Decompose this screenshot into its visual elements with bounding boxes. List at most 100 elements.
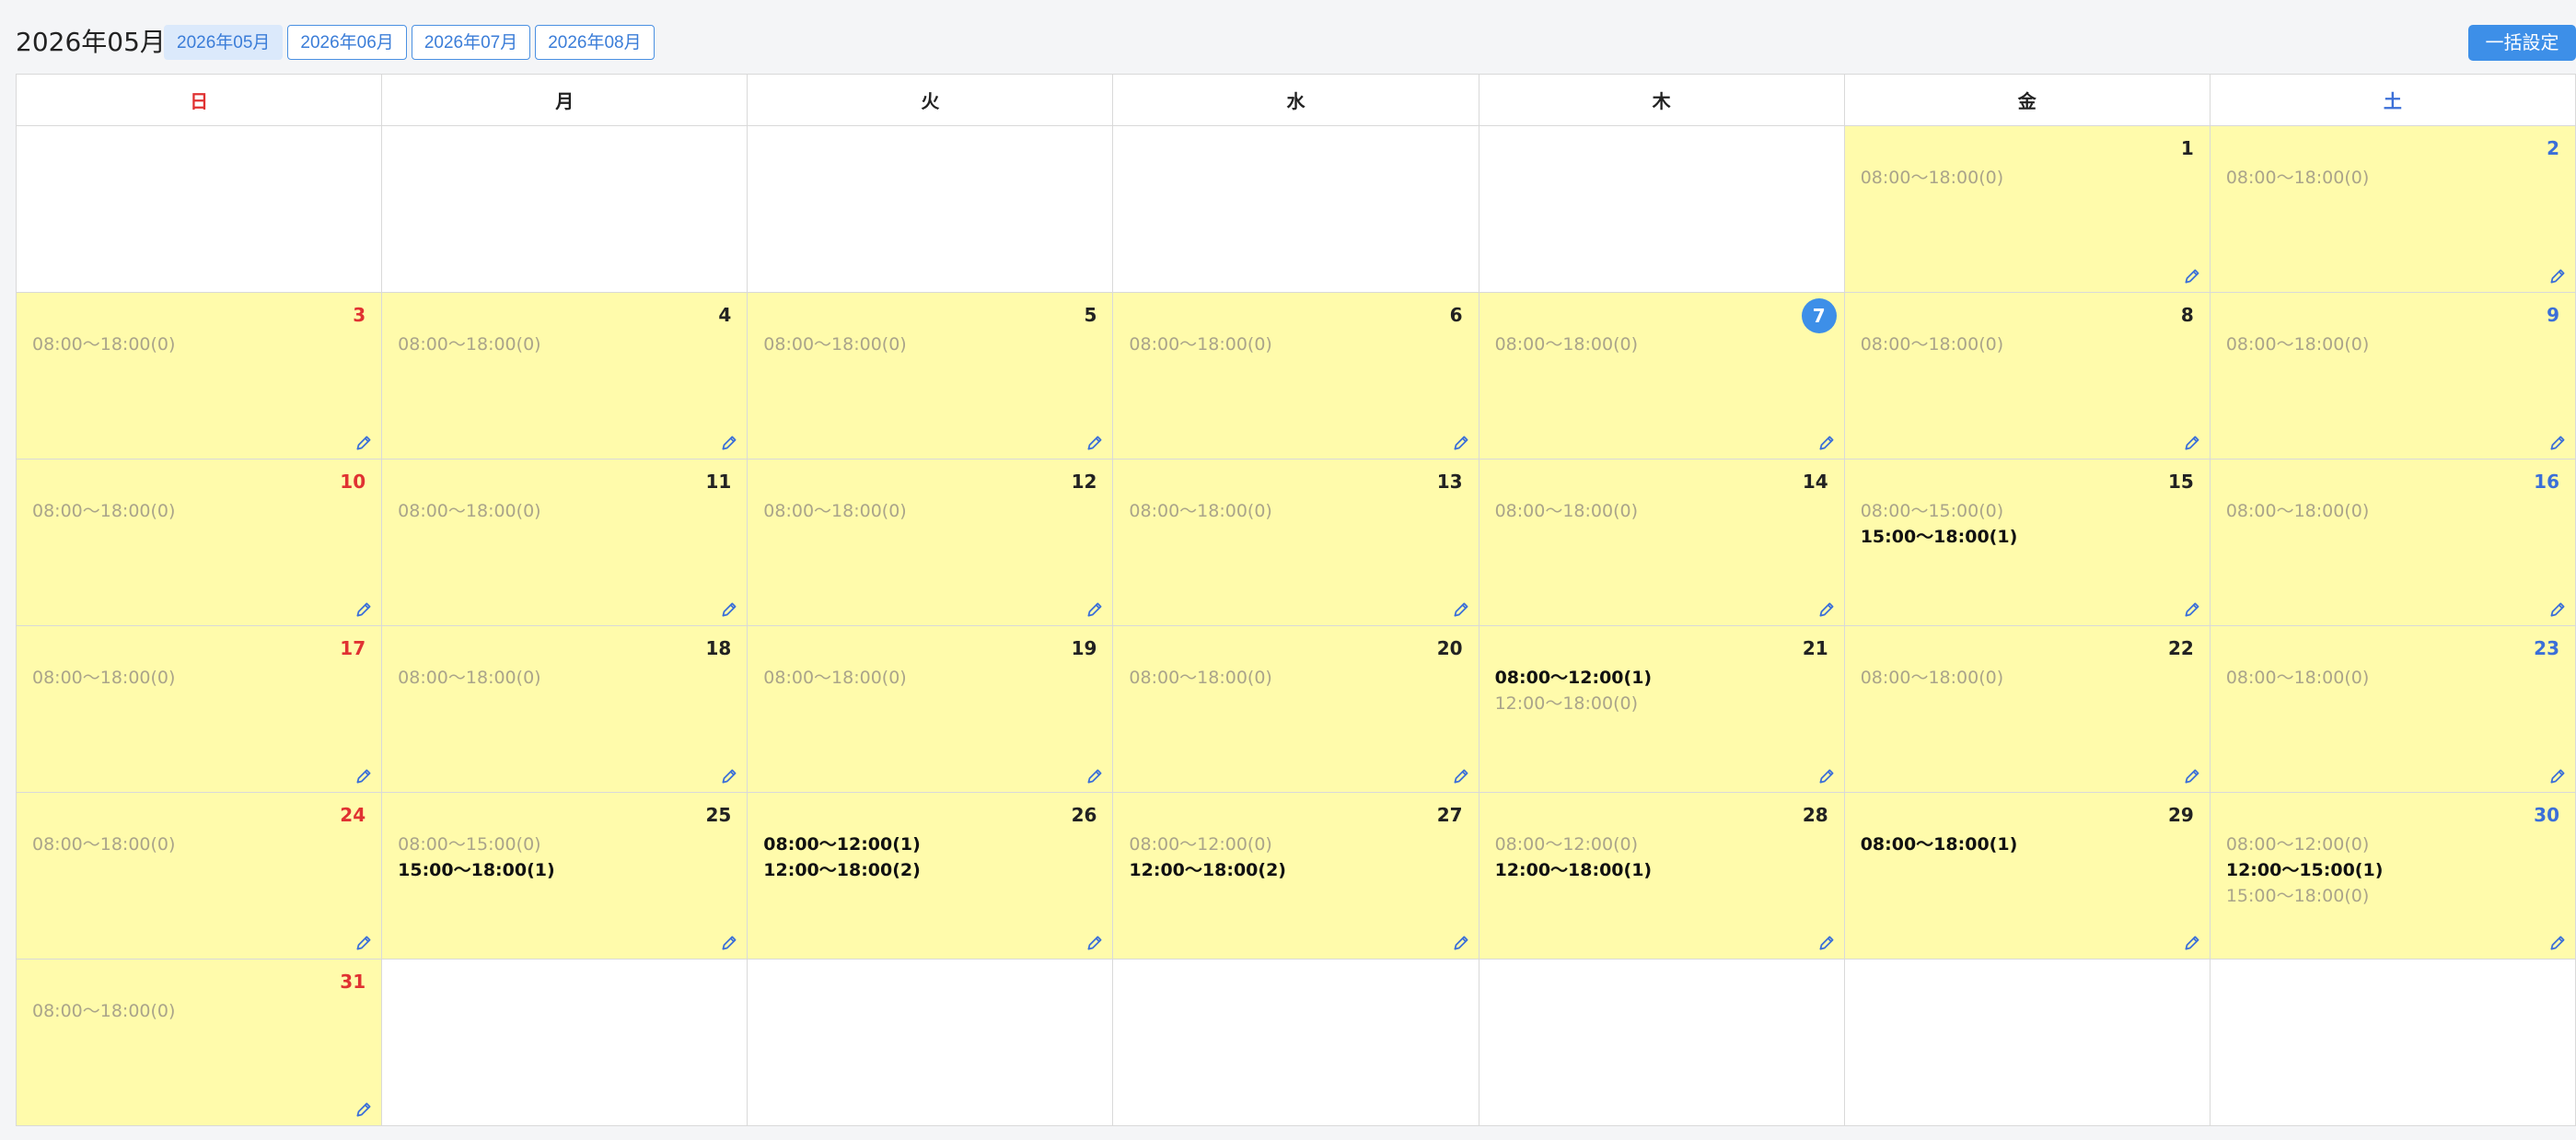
- time-slot: 12:00〜15:00(1): [2225, 860, 2384, 880]
- pencil-icon[interactable]: [2547, 933, 2568, 953]
- pencil-icon[interactable]: [719, 933, 739, 953]
- calendar-day-cell[interactable]: 3 08:00〜18:00(0): [15, 292, 383, 459]
- month-tab-2026-07[interactable]: 2026年07月: [411, 25, 531, 60]
- pencil-icon[interactable]: [2182, 433, 2202, 453]
- calendar-day-cell[interactable]: 8 08:00〜18:00(0): [1843, 292, 2210, 459]
- calendar-day-cell[interactable]: 7 08:00〜18:00(0): [1478, 292, 1845, 459]
- pencil-icon[interactable]: [2182, 599, 2202, 620]
- month-calendar: 日 月 火 水 木 金 土 1 08:00〜18:00(0) 2 08:00〜18:0…: [15, 74, 2576, 1126]
- calendar-day-cell[interactable]: 23 08:00〜18:00(0): [2209, 625, 2576, 793]
- pencil-icon[interactable]: [2547, 599, 2568, 620]
- calendar-day-cell[interactable]: 26 08:00〜12:00(1) 12:00〜18:00(2): [747, 792, 1114, 960]
- calendar-day-cell[interactable]: 24 08:00〜18:00(0): [15, 792, 383, 960]
- time-slot: 08:00〜18:00(0): [32, 1001, 176, 1021]
- month-tab-2026-05[interactable]: 2026年05月: [164, 25, 284, 60]
- pencil-icon[interactable]: [1816, 766, 1837, 786]
- calendar-day-cell[interactable]: 6 08:00〜18:00(0): [1112, 292, 1479, 459]
- time-slot: 08:00〜12:00(1): [763, 834, 921, 855]
- calendar-day-cell[interactable]: 2 08:00〜18:00(0): [2209, 125, 2576, 293]
- pencil-icon[interactable]: [1085, 433, 1105, 453]
- pencil-icon[interactable]: [354, 433, 374, 453]
- time-slot: 12:00〜18:00(2): [763, 860, 921, 880]
- day-number: 14: [1802, 471, 1828, 493]
- pencil-icon[interactable]: [2547, 266, 2568, 286]
- calendar-day-cell[interactable]: 14 08:00〜18:00(0): [1478, 459, 1845, 626]
- time-slot-list: 08:00〜12:00(0) 12:00〜18:00(2): [1129, 832, 1286, 883]
- pencil-icon[interactable]: [719, 599, 739, 620]
- weekday-thursday: 木: [1478, 74, 1845, 126]
- month-tab-2026-08[interactable]: 2026年08月: [535, 25, 655, 60]
- calendar-day-cell[interactable]: 21 08:00〜12:00(1) 12:00〜18:00(0): [1478, 625, 1845, 793]
- pencil-icon[interactable]: [1816, 933, 1837, 953]
- time-slot: 08:00〜18:00(0): [2225, 668, 2370, 688]
- pencil-icon[interactable]: [2182, 933, 2202, 953]
- calendar-day-cell[interactable]: 18 08:00〜18:00(0): [381, 625, 748, 793]
- pencil-icon[interactable]: [719, 433, 739, 453]
- calendar-day-cell[interactable]: 25 08:00〜15:00(0) 15:00〜18:00(1): [381, 792, 748, 960]
- time-slot: 08:00〜18:00(0): [1494, 334, 1638, 355]
- time-slot: 08:00〜18:00(0): [2225, 501, 2370, 521]
- day-number: 19: [1071, 637, 1097, 659]
- time-slot: 08:00〜18:00(0): [1860, 168, 2004, 188]
- pencil-icon[interactable]: [1451, 433, 1471, 453]
- day-number: 11: [705, 471, 732, 493]
- pencil-icon[interactable]: [1085, 766, 1105, 786]
- time-slot: 08:00〜18:00(0): [1129, 668, 1272, 688]
- calendar-day-cell[interactable]: 31 08:00〜18:00(0): [15, 959, 383, 1126]
- pencil-icon[interactable]: [1816, 599, 1837, 620]
- calendar-day-cell[interactable]: 28 08:00〜12:00(0) 12:00〜18:00(1): [1478, 792, 1845, 960]
- calendar-day-cell[interactable]: 10 08:00〜18:00(0): [15, 459, 383, 626]
- calendar-day-cell[interactable]: 9 08:00〜18:00(0): [2209, 292, 2576, 459]
- pencil-icon[interactable]: [354, 599, 374, 620]
- day-number: 27: [1436, 804, 1463, 826]
- empty-day-cell: [15, 125, 383, 293]
- calendar-day-cell[interactable]: 1 08:00〜18:00(0): [1843, 125, 2210, 293]
- calendar-day-cell[interactable]: 13 08:00〜18:00(0): [1112, 459, 1479, 626]
- calendar-day-cell[interactable]: 30 08:00〜12:00(0) 12:00〜15:00(1) 15:00〜18:0…: [2209, 792, 2576, 960]
- pencil-icon[interactable]: [354, 766, 374, 786]
- time-slot: 08:00〜18:00(0): [398, 334, 541, 355]
- pencil-icon[interactable]: [2182, 266, 2202, 286]
- pencil-icon[interactable]: [1451, 599, 1471, 620]
- bulk-settings-button[interactable]: 一括設定: [2468, 25, 2576, 61]
- pencil-icon[interactable]: [1085, 599, 1105, 620]
- calendar-day-cell[interactable]: 4 08:00〜18:00(0): [381, 292, 748, 459]
- calendar-day-cell[interactable]: 29 08:00〜18:00(1): [1843, 792, 2210, 960]
- time-slot-list: 08:00〜18:00(0): [1129, 332, 1271, 357]
- time-slot: 08:00〜18:00(0): [1860, 334, 2004, 355]
- pencil-icon[interactable]: [1451, 766, 1471, 786]
- calendar-day-cell[interactable]: 19 08:00〜18:00(0): [747, 625, 1114, 793]
- pencil-icon[interactable]: [1451, 933, 1471, 953]
- calendar-day-cell[interactable]: 5 08:00〜18:00(0): [747, 292, 1114, 459]
- pencil-icon[interactable]: [354, 933, 374, 953]
- month-tab-2026-06[interactable]: 2026年06月: [287, 25, 407, 60]
- pencil-icon[interactable]: [2547, 766, 2568, 786]
- weekday-monday: 月: [381, 74, 748, 126]
- calendar-toolbar: 2026年05月 2026年05月 2026年06月 2026年07月 2026…: [0, 0, 2576, 74]
- time-slot-list: 08:00〜15:00(0) 15:00〜18:00(1): [398, 832, 555, 883]
- day-number: 28: [1802, 804, 1828, 826]
- month-tabs: 2026年05月 2026年06月 2026年07月 2026年08月: [164, 25, 655, 60]
- calendar-day-cell[interactable]: 22 08:00〜18:00(0): [1843, 625, 2210, 793]
- pencil-icon[interactable]: [2182, 766, 2202, 786]
- calendar-day-cell[interactable]: 20 08:00〜18:00(0): [1112, 625, 1479, 793]
- calendar-day-cell[interactable]: 15 08:00〜15:00(0) 15:00〜18:00(1): [1843, 459, 2210, 626]
- time-slot-list: 08:00〜18:00(0): [398, 665, 540, 691]
- calendar-day-cell[interactable]: 16 08:00〜18:00(0): [2209, 459, 2576, 626]
- calendar-day-cell[interactable]: 11 08:00〜18:00(0): [381, 459, 748, 626]
- time-slot: 08:00〜12:00(0): [1494, 834, 1638, 855]
- time-slot-list: 08:00〜12:00(1) 12:00〜18:00(0): [1495, 665, 1653, 716]
- calendar-day-cell[interactable]: 27 08:00〜12:00(0) 12:00〜18:00(2): [1112, 792, 1479, 960]
- calendar-day-cell[interactable]: 12 08:00〜18:00(0): [747, 459, 1114, 626]
- pencil-icon[interactable]: [719, 766, 739, 786]
- pencil-icon[interactable]: [1085, 933, 1105, 953]
- day-number: 5: [1084, 304, 1097, 326]
- day-number: 13: [1436, 471, 1463, 493]
- empty-day-cell: [1112, 959, 1479, 1126]
- pencil-icon[interactable]: [354, 1099, 374, 1120]
- calendar-day-cell[interactable]: 17 08:00〜18:00(0): [15, 625, 383, 793]
- time-slot-list: 08:00〜18:00(0): [32, 665, 175, 691]
- time-slot: 08:00〜18:00(0): [32, 334, 176, 355]
- pencil-icon[interactable]: [2547, 433, 2568, 453]
- pencil-icon[interactable]: [1816, 433, 1837, 453]
